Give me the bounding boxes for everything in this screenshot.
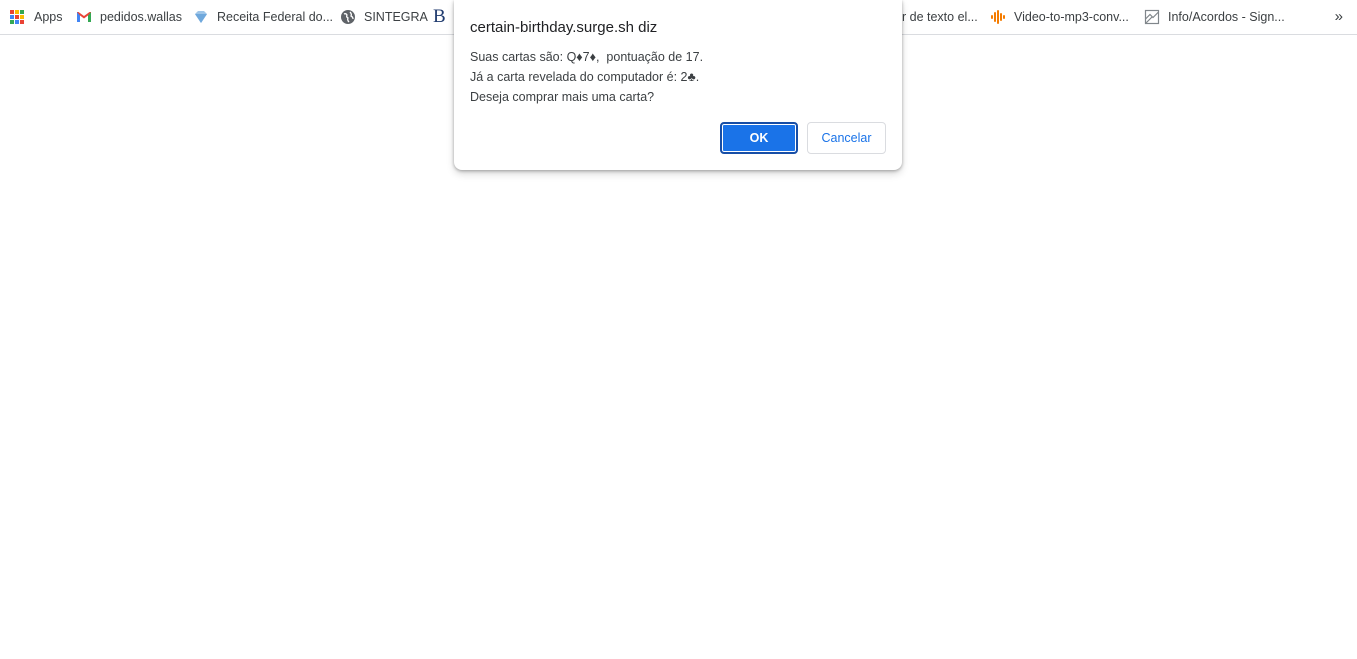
bookmark-label: SINTEGRA xyxy=(364,10,428,24)
apps-grid-icon xyxy=(10,10,24,24)
bookmark-label: Info/Acordos - Sign... xyxy=(1168,10,1285,24)
bookmark-info-acordos[interactable]: Info/Acordos - Sign... xyxy=(1144,0,1285,34)
dialog-message-line: Já a carta revelada do computador é: 2♣. xyxy=(470,70,700,84)
bookmarks-overflow-button[interactable]: » xyxy=(1335,8,1343,25)
cancel-button[interactable]: Cancelar xyxy=(807,122,886,154)
bookmark-label: pedidos.wallas xyxy=(100,10,182,24)
b-logo-icon: B xyxy=(433,6,446,27)
bookmark-label: r de texto el... xyxy=(902,10,978,24)
audio-wave-icon xyxy=(991,10,1005,24)
broken-page-icon xyxy=(1144,9,1160,25)
receita-federal-icon xyxy=(195,11,207,23)
gmail-icon xyxy=(77,12,91,22)
bookmark-receita-federal[interactable]: Receita Federal do... xyxy=(193,0,333,34)
bookmark-texto[interactable]: r de texto el... xyxy=(902,0,978,34)
bookmark-b[interactable]: B xyxy=(433,0,446,34)
bookmark-label: Receita Federal do... xyxy=(217,10,334,24)
bookmark-label: Apps xyxy=(34,10,63,24)
bookmark-pedidos-wallas[interactable]: pedidos.wallas xyxy=(76,0,182,34)
dialog-message-line: Deseja comprar mais uma carta? xyxy=(470,90,655,104)
bookmark-sintegra[interactable]: SINTEGRA xyxy=(340,0,428,34)
dialog-message-line: Suas cartas são: Q♦7♦, pontuação de 17. xyxy=(470,50,704,64)
bookmark-apps[interactable]: Apps xyxy=(10,0,63,34)
dialog-title: certain-birthday.surge.sh diz xyxy=(470,19,658,36)
bookmark-video-to-mp3[interactable]: Video-to-mp3-conv... xyxy=(990,0,1129,34)
bookmark-label: Video-to-mp3-conv... xyxy=(1014,10,1129,24)
alert-dialog: certain-birthday.surge.sh diz Suas carta… xyxy=(454,0,902,170)
dialog-message: Suas cartas são: Q♦7♦, pontuação de 17. … xyxy=(470,47,703,107)
ok-button[interactable]: OK xyxy=(720,122,798,154)
globe-icon xyxy=(341,10,355,24)
